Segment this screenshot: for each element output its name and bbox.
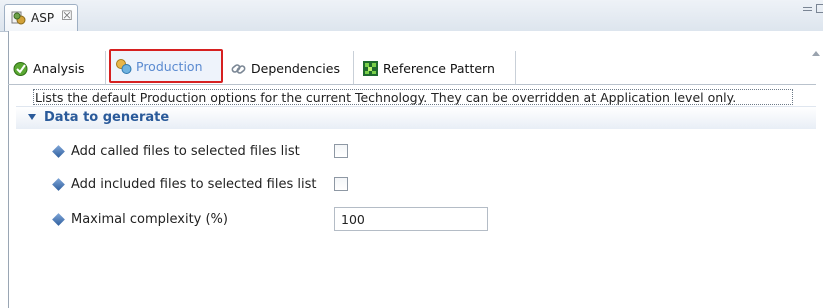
page-description: Lists the default Production options for… <box>33 89 793 105</box>
editor-tab-bar: ASP ☒ <box>0 0 823 32</box>
option-label: Add included files to selected files lis… <box>71 177 317 192</box>
maximize-icon[interactable] <box>816 4 823 13</box>
section-title: Data to generate <box>44 110 170 125</box>
tab-analysis[interactable]: Analysis <box>8 51 106 85</box>
add-called-files-checkbox[interactable] <box>334 144 348 158</box>
window-controls <box>781 2 823 16</box>
tabs-divider <box>8 84 816 85</box>
production-gears-icon <box>115 58 132 75</box>
option-label: Add called files to selected files list <box>71 144 300 159</box>
max-complexity-input[interactable] <box>334 207 488 231</box>
section-data-to-generate[interactable]: Data to generate <box>16 106 816 129</box>
tab-production-label: Production <box>136 58 203 74</box>
tab-dependencies-label: Dependencies <box>251 60 340 76</box>
diamond-bullet-icon <box>52 178 65 191</box>
add-included-files-checkbox[interactable] <box>334 177 348 191</box>
option-label: Maximal complexity (%) <box>71 212 228 227</box>
diamond-bullet-icon <box>52 213 65 226</box>
tab-dependencies[interactable]: Dependencies <box>226 51 354 85</box>
form-tabs: Analysis Production Dependencies Referen… <box>8 49 608 85</box>
editor-tab-asp[interactable]: ASP ☒ <box>4 4 78 31</box>
close-icon[interactable]: ☒ <box>61 9 73 24</box>
option-row-called-files: Add called files to selected files list <box>48 142 748 164</box>
chevron-down-icon[interactable] <box>28 114 36 120</box>
analysis-check-icon <box>12 60 29 77</box>
scroll-up-arrow-icon[interactable] <box>812 51 820 56</box>
tab-reference-pattern[interactable]: Reference Pattern <box>358 51 516 85</box>
tab-analysis-label: Analysis <box>33 60 85 76</box>
minimize-icon[interactable] <box>803 7 812 11</box>
option-row-max-complexity: Maximal complexity (%) <box>48 207 748 232</box>
diamond-bullet-icon <box>52 145 65 158</box>
option-row-included-files: Add included files to selected files lis… <box>48 175 748 197</box>
tab-production[interactable]: Production <box>109 49 223 83</box>
editor-tab-title: ASP <box>31 11 55 25</box>
tab-reference-pattern-label: Reference Pattern <box>383 60 495 76</box>
dependencies-chain-icon <box>230 60 247 77</box>
reference-pattern-icon <box>362 60 379 77</box>
asp-file-icon <box>11 10 27 26</box>
